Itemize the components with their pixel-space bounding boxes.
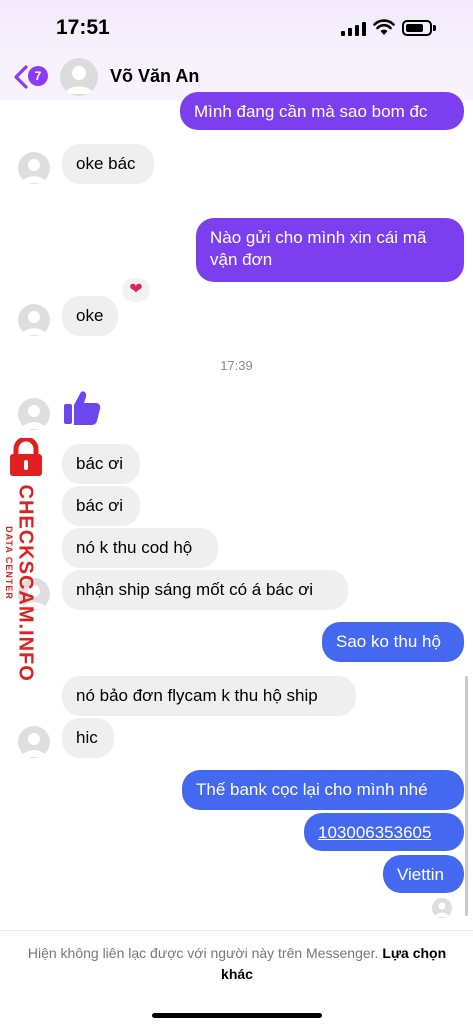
message-line: vận đơn — [210, 250, 273, 269]
watermark-sub-text: DATA CENTER — [3, 526, 14, 600]
cellular-signal-icon — [341, 22, 366, 36]
contact-avatar-small — [18, 398, 50, 430]
padlock-icon — [10, 438, 42, 476]
home-indicator[interactable] — [152, 1013, 322, 1018]
message-incoming[interactable]: oke bác — [62, 144, 154, 184]
watermark-main-text: CHECKSCAM.INFO — [14, 484, 37, 682]
default-avatar-icon — [65, 66, 93, 94]
footer-notice-text: Hiện không liên lạc được với người này t… — [27, 945, 379, 961]
message-incoming[interactable]: nó bảo đơn flycam k thu hộ ship — [62, 676, 356, 716]
message-incoming[interactable]: nó k thu cod hộ — [62, 528, 218, 568]
contact-avatar-small — [18, 152, 50, 184]
message-outgoing[interactable]: Nào gửi cho mình xin cái mã vận đơn — [196, 218, 464, 282]
message-list[interactable]: Mình đang cần mà sao bom đc oke bác ❤ Nà… — [0, 92, 473, 930]
contact-name[interactable]: Võ Văn An — [110, 66, 199, 87]
contact-avatar-small — [18, 726, 50, 758]
message-line: Nào gửi cho mình xin cái mã — [210, 228, 427, 247]
message-incoming[interactable]: bác ơi — [62, 486, 140, 526]
wifi-icon — [373, 19, 395, 35]
message-incoming[interactable]: nhận ship sáng mốt có á bác ơi — [62, 570, 348, 610]
message-outgoing[interactable]: Mình đang cần mà sao bom đc — [180, 92, 464, 130]
clock: 17:51 — [56, 16, 110, 39]
message-incoming[interactable]: oke — [62, 296, 118, 336]
seen-avatar-icon — [432, 898, 452, 918]
message-outgoing[interactable]: Viettin — [383, 855, 464, 893]
heart-reaction-icon[interactable]: ❤ — [120, 276, 152, 304]
scrollbar[interactable] — [465, 676, 468, 916]
battery-icon — [402, 20, 436, 36]
status-bar: 17:51 — [0, 0, 473, 58]
footer-notice: Hiện không liên lạc được với người này t… — [22, 943, 452, 985]
thumbs-up-icon[interactable] — [62, 388, 102, 428]
watermark: CHECKSCAM.INFO DATA CENTER — [0, 438, 52, 682]
message-incoming[interactable]: bác ơi — [62, 444, 140, 484]
message-timestamp: 17:39 — [220, 358, 253, 373]
unread-count-badge[interactable]: 7 — [28, 66, 48, 86]
message-incoming[interactable]: hic — [62, 718, 114, 758]
contact-avatar-small — [18, 304, 50, 336]
contact-avatar[interactable] — [60, 58, 98, 96]
composer-unavailable-footer: Hiện không liên lạc được với người này t… — [0, 930, 473, 1025]
account-number-link[interactable]: 103006353605 — [304, 813, 464, 851]
message-outgoing[interactable]: Thế bank cọc lại cho mình nhé — [182, 770, 464, 810]
message-outgoing[interactable]: Sao ko thu hộ — [322, 622, 464, 662]
